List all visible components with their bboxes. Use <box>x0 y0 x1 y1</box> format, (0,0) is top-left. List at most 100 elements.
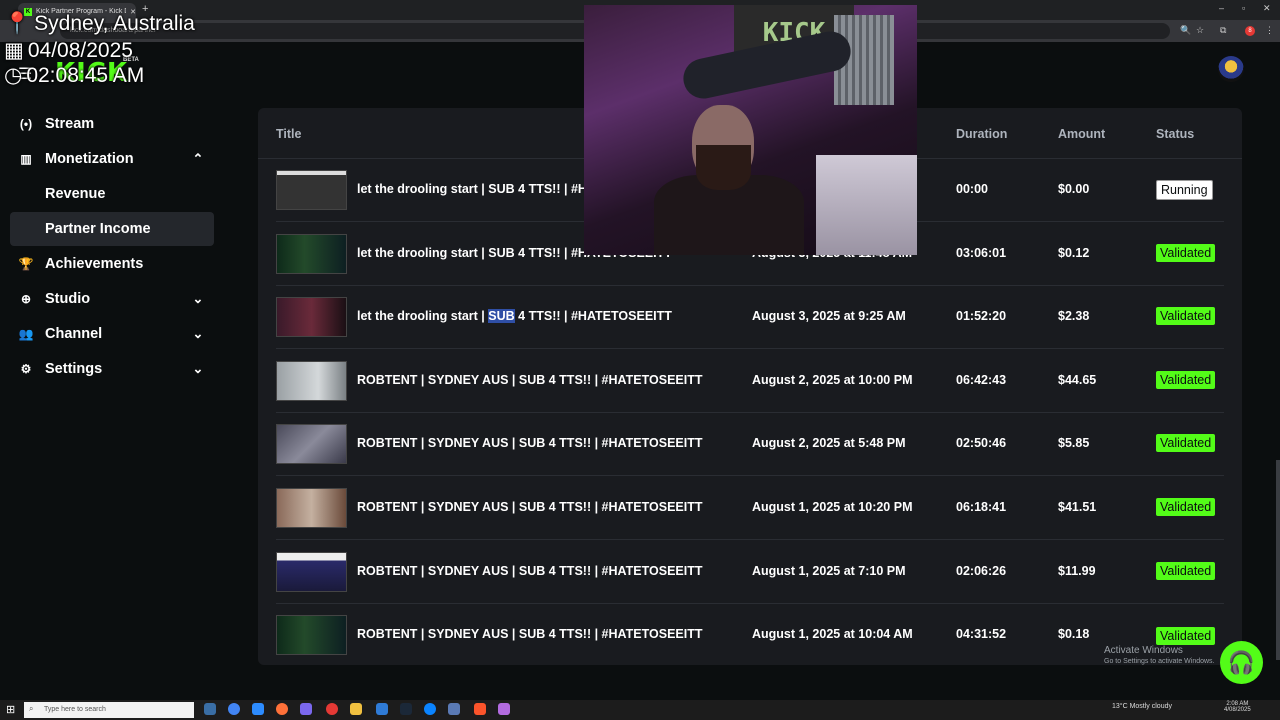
stream-thumbnail[interactable] <box>276 552 347 592</box>
sidebar-item-revenue[interactable]: Revenue <box>10 177 214 211</box>
app-icon[interactable] <box>252 703 264 715</box>
column-header-amount[interactable]: Amount <box>1058 127 1105 141</box>
chevron-up-icon[interactable]: ⌃ <box>188 151 208 167</box>
row-duration: 01:52:20 <box>956 309 1007 323</box>
stream-thumbnail[interactable] <box>276 424 347 464</box>
row-amount: $41.51 <box>1058 500 1097 514</box>
table-row[interactable]: ROBTENT | SYDNEY AUS | SUB 4 TTS!! | #HA… <box>276 349 1224 413</box>
steam-icon[interactable] <box>400 703 412 715</box>
stream-thumbnail[interactable] <box>276 361 347 401</box>
status-badge: Validated <box>1156 562 1216 580</box>
file-explorer-icon[interactable] <box>350 703 362 715</box>
row-title[interactable]: let the drooling start | SUB 4 TTS!! | #… <box>357 182 587 196</box>
user-avatar[interactable] <box>1218 56 1244 82</box>
clock-date: 4/08/2025 <box>1224 707 1251 713</box>
streamer-beard <box>696 145 751 190</box>
taskbar-search-input[interactable]: Type here to search <box>24 702 194 718</box>
sidebar-item-stream[interactable]: (•) Stream <box>10 107 214 141</box>
overlay-time: ◷ 02:08:45 AM <box>4 63 144 88</box>
row-duration: 02:50:46 <box>956 436 1007 450</box>
chevron-down-icon[interactable]: ⌄ <box>188 326 208 342</box>
chrome-icon[interactable] <box>228 703 240 715</box>
row-date: August 1, 2025 at 10:20 PM <box>752 500 913 514</box>
status-badge: Validated <box>1156 244 1216 262</box>
row-title-selected: SUB <box>488 309 515 323</box>
row-amount: $11.99 <box>1058 564 1096 578</box>
row-amount: $44.65 <box>1058 373 1097 387</box>
chevron-down-icon[interactable]: ⌄ <box>188 291 208 307</box>
overlay-date: ▦ 04/08/2025 <box>4 38 133 63</box>
app-icon[interactable] <box>448 703 460 715</box>
sidebar-item-monetization[interactable]: ▥ Monetization ⌃ <box>10 142 214 176</box>
browser-menu-icon[interactable]: ⋮ <box>1265 25 1274 36</box>
task-view-icon[interactable] <box>204 703 216 715</box>
app-icon[interactable] <box>376 703 388 715</box>
firefox-icon[interactable] <box>276 703 288 715</box>
sidebar-item-settings[interactable]: ⚙ Settings ⌄ <box>10 352 214 386</box>
row-title[interactable]: ROBTENT | SYDNEY AUS | SUB 4 TTS!! | #HA… <box>357 500 702 514</box>
chart-icon: ▥ <box>20 152 32 166</box>
overlay-location-text: Sydney, Australia <box>34 12 195 35</box>
stream-thumbnail[interactable] <box>276 297 347 337</box>
stream-thumbnail[interactable] <box>276 234 347 274</box>
row-date: August 2, 2025 at 5:48 PM <box>752 436 906 450</box>
extensions-icon[interactable]: ⧉ <box>1220 25 1226 36</box>
table-row[interactable]: ROBTENT | SYDNEY AUS | SUB 4 TTS!! | #HA… <box>276 603 1224 666</box>
row-duration: 02:06:26 <box>956 564 1007 578</box>
row-title[interactable]: ROBTENT | SYDNEY AUS | SUB 4 TTS!! | #HA… <box>357 436 702 450</box>
sidebar-item-label: Stream <box>45 116 95 132</box>
row-title-suffix: 4 TTS!! | #HATETOSEEITT <box>514 309 672 323</box>
sidebar-item-partner-income[interactable]: Partner Income <box>10 212 214 246</box>
sidebar-item-label: Achievements <box>45 256 144 272</box>
column-header-title[interactable]: Title <box>276 127 301 141</box>
profile-badge[interactable]: 8 <box>1245 26 1255 36</box>
sidebar-item-channel[interactable]: 👥 Channel ⌄ <box>10 317 214 351</box>
row-title[interactable]: ROBTENT | SYDNEY AUS | SUB 4 TTS!! | #HA… <box>357 627 702 641</box>
row-duration: 03:06:01 <box>956 246 1007 260</box>
row-duration: 04:31:52 <box>956 627 1007 641</box>
row-title[interactable]: ROBTENT | SYDNEY AUS | SUB 4 TTS!! | #HA… <box>357 564 702 578</box>
column-header-duration[interactable]: Duration <box>956 127 1007 141</box>
sidebar-item-studio[interactable]: ⊕ Studio ⌄ <box>10 282 214 316</box>
taskbar-clock[interactable]: 2:08 AM 4/08/2025 <box>1224 701 1251 713</box>
row-title[interactable]: let the drooling start | SUB 4 TTS!! | #… <box>357 309 672 323</box>
windows-start-icon[interactable]: ⊞ <box>6 703 15 716</box>
page-scrollbar[interactable] <box>1276 460 1280 660</box>
row-title[interactable]: ROBTENT | SYDNEY AUS | SUB 4 TTS!! | #HA… <box>357 373 702 387</box>
row-date: August 2, 2025 at 10:00 PM <box>752 373 913 387</box>
table-row[interactable]: ROBTENT | SYDNEY AUS | SUB 4 TTS!! | #HA… <box>276 412 1224 476</box>
row-duration: 06:18:41 <box>956 500 1007 514</box>
clock-icon: ◷ <box>4 64 23 87</box>
table-row[interactable]: ROBTENT | SYDNEY AUS | SUB 4 TTS!! | #HA… <box>276 476 1224 540</box>
weather-widget[interactable]: 13°C Mostly cloudy <box>1112 703 1172 710</box>
bookmark-star-icon[interactable]: ☆ <box>1196 25 1204 36</box>
maximize-button[interactable]: ▫ <box>1242 3 1245 13</box>
stream-thumbnail[interactable] <box>276 615 347 655</box>
table-row[interactable]: ROBTENT | SYDNEY AUS | SUB 4 TTS!! | #HA… <box>276 540 1224 604</box>
edge-icon[interactable] <box>424 703 436 715</box>
app-icon[interactable] <box>300 703 312 715</box>
app-icon[interactable] <box>326 703 338 715</box>
column-header-status[interactable]: Status <box>1156 127 1194 141</box>
row-date: August 3, 2025 at 9:25 AM <box>752 309 906 323</box>
row-duration: 06:42:43 <box>956 373 1007 387</box>
close-window-button[interactable]: ✕ <box>1263 3 1271 14</box>
sidebar-item-achievements[interactable]: 🏆 Achievements <box>10 247 214 281</box>
zoom-icon[interactable]: 🔍 <box>1180 25 1191 36</box>
gear-icon: ⚙ <box>20 362 32 376</box>
row-amount: $0.00 <box>1058 182 1090 196</box>
brave-icon[interactable] <box>474 703 486 715</box>
minimize-button[interactable]: – <box>1219 3 1224 13</box>
stream-thumbnail[interactable] <box>276 488 347 528</box>
table-row[interactable]: let the drooling start | SUB 4 TTS!! | #… <box>276 285 1224 349</box>
calendar-icon: ▦ <box>4 39 24 62</box>
row-amount: $0.18 <box>1058 627 1090 641</box>
support-chat-button[interactable]: 🎧 <box>1220 641 1263 684</box>
row-amount: $5.85 <box>1058 436 1090 450</box>
stream-thumbnail[interactable] <box>276 170 347 210</box>
bed <box>816 155 917 255</box>
webcam-overlay: KICK <box>584 5 917 255</box>
app-icon[interactable] <box>498 703 510 715</box>
search-icon: ⌕ <box>29 704 34 713</box>
chevron-down-icon[interactable]: ⌄ <box>188 361 208 377</box>
